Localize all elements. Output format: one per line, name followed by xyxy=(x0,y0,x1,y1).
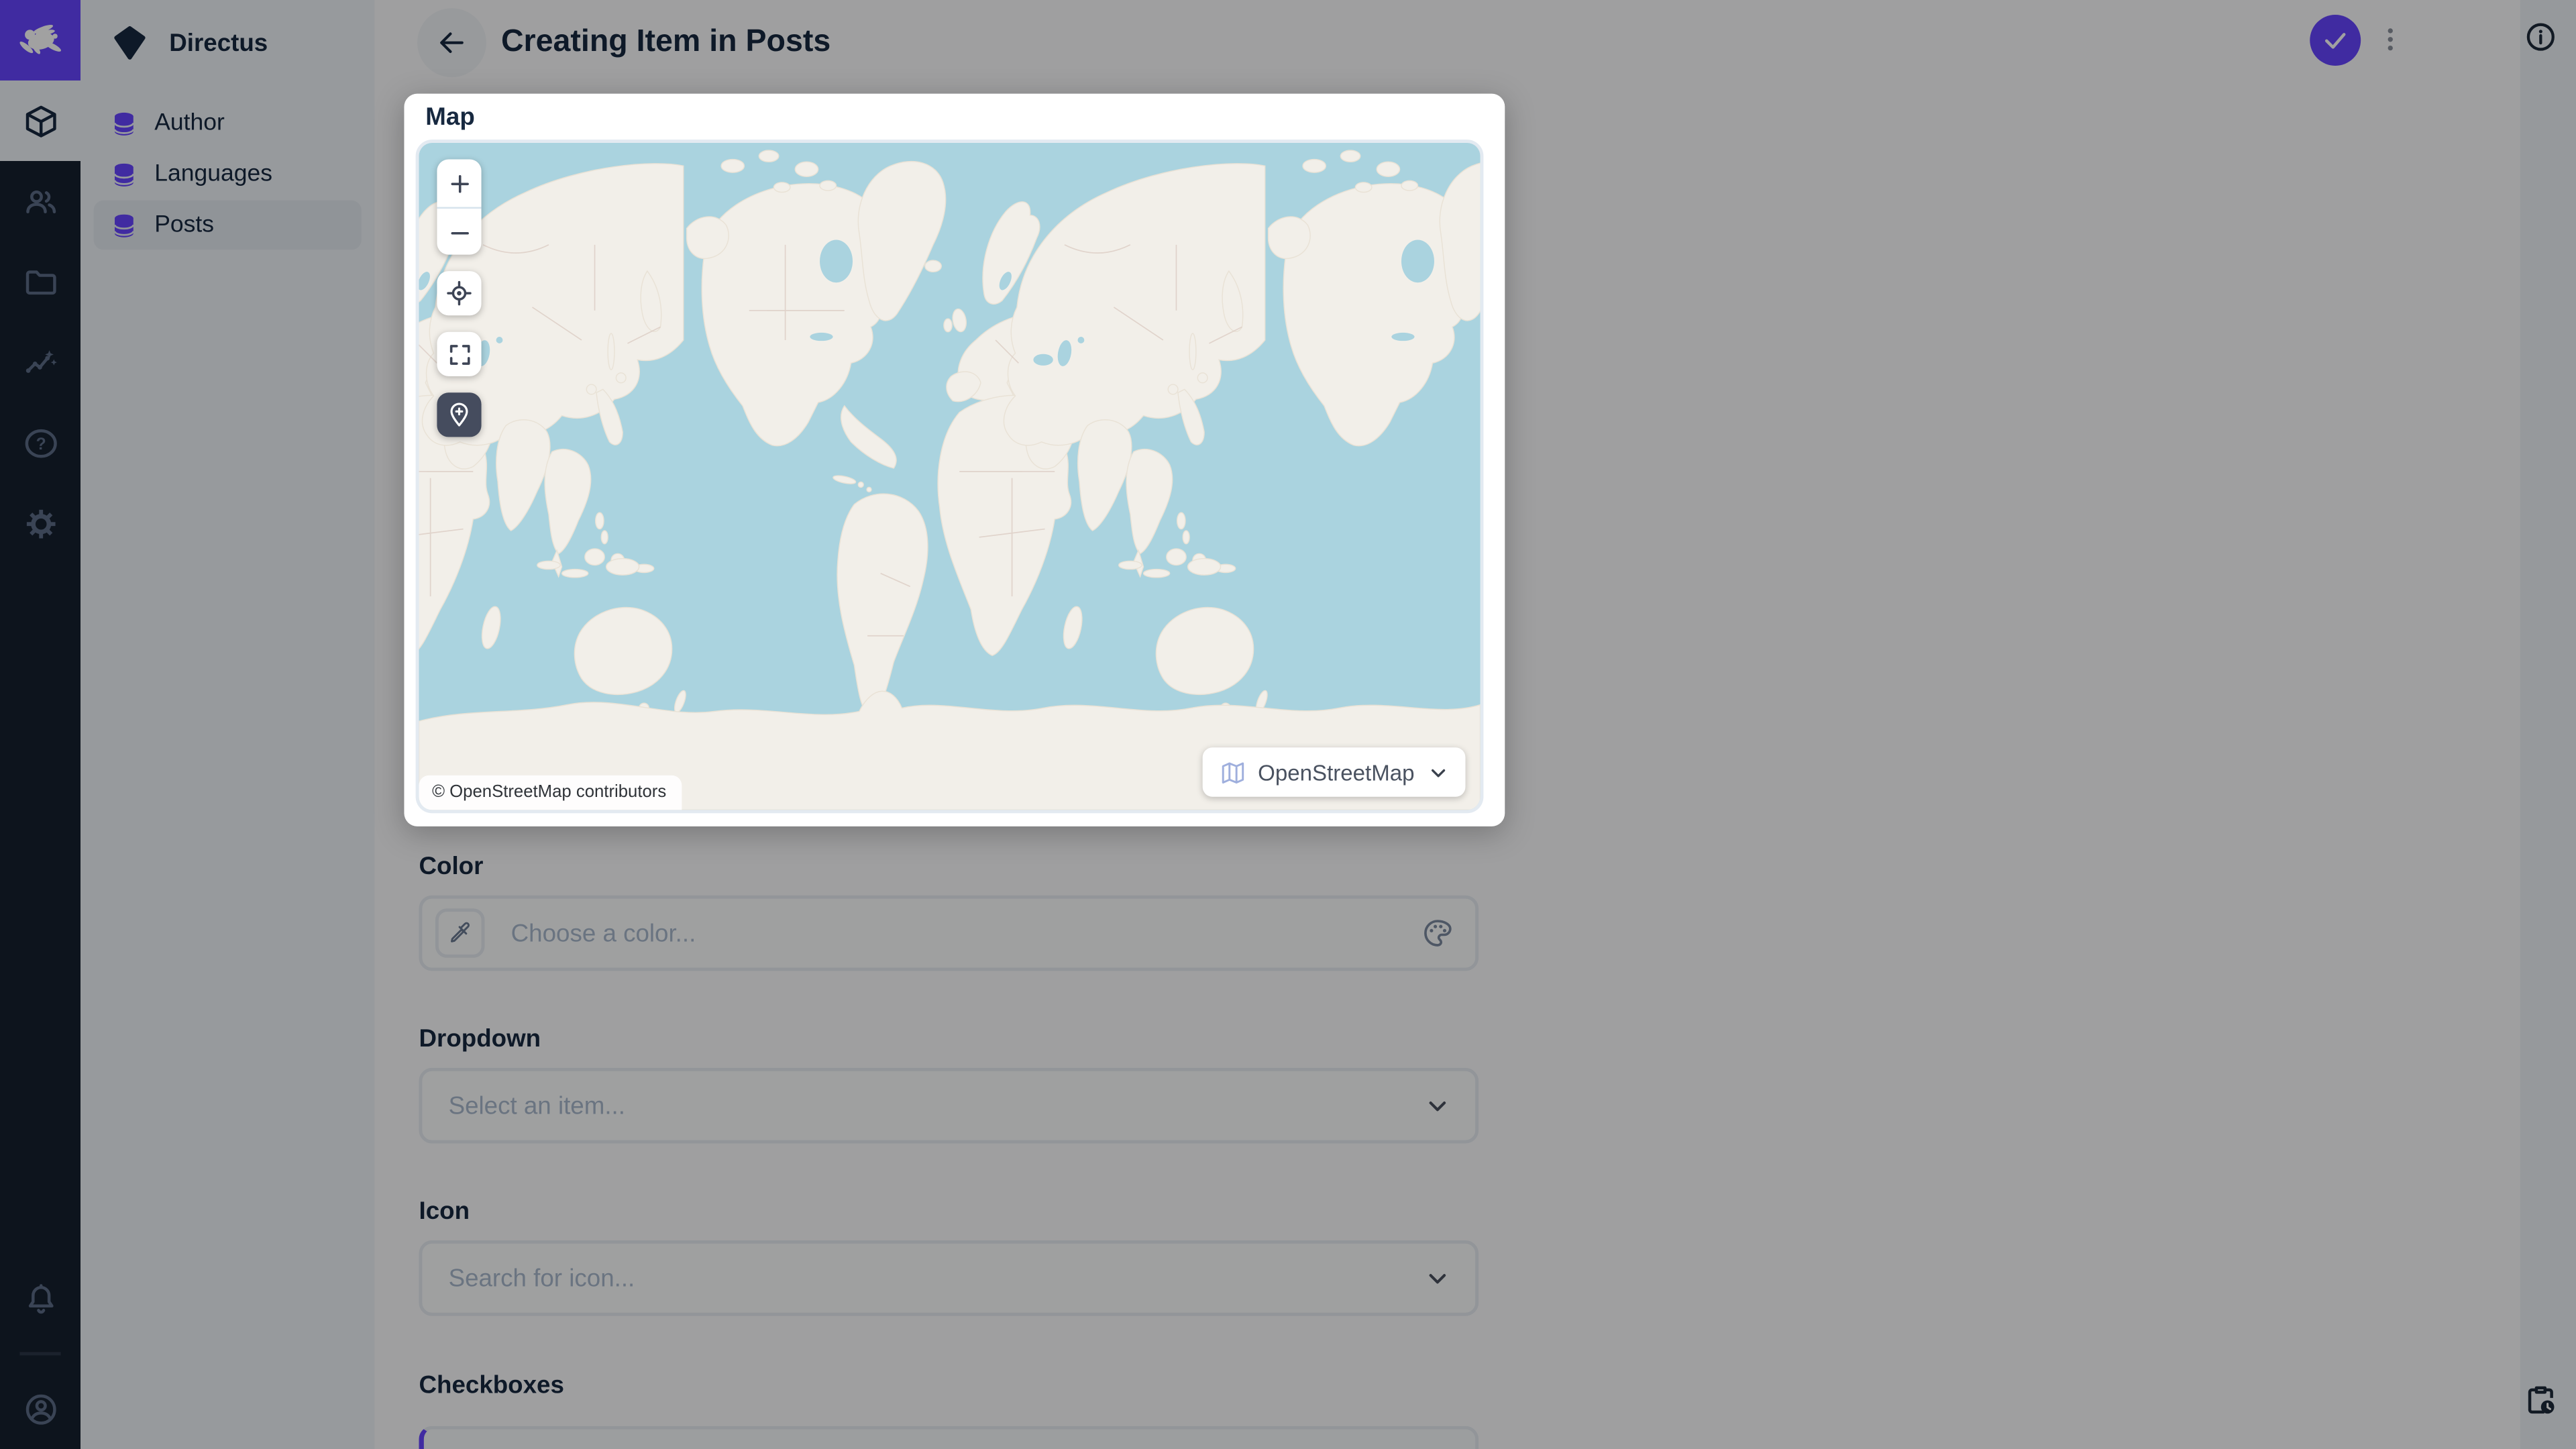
map-icon xyxy=(1221,761,1244,783)
fullscreen-button[interactable] xyxy=(437,331,482,376)
map-field-label: Map xyxy=(425,103,475,131)
directus-app: ? Directus Author Languages Posts Creati… xyxy=(0,0,2576,1449)
fullscreen-icon xyxy=(449,343,470,364)
geolocate-button[interactable] xyxy=(437,271,482,316)
plus-icon xyxy=(450,174,468,193)
add-point-button[interactable] xyxy=(437,392,482,437)
world-map xyxy=(419,149,1481,810)
add-location-icon xyxy=(450,402,468,427)
map-attribution: © OpenStreetMap contributors xyxy=(419,775,682,810)
zoom-control xyxy=(437,159,482,256)
chevron-down-icon xyxy=(1431,768,1446,777)
basemap-selector[interactable]: OpenStreetMap xyxy=(1201,747,1466,797)
basemap-label: OpenStreetMap xyxy=(1258,759,1415,785)
zoom-in-button[interactable] xyxy=(437,160,481,207)
locate-icon xyxy=(447,280,472,306)
zoom-out-button[interactable] xyxy=(437,209,481,256)
map-canvas[interactable]: © OpenStreetMap contributors OpenStreetM… xyxy=(419,143,1481,810)
minus-icon xyxy=(450,231,468,234)
map-field-card: Map © OpenStreetMap contributors OpenStr… xyxy=(404,93,1505,826)
